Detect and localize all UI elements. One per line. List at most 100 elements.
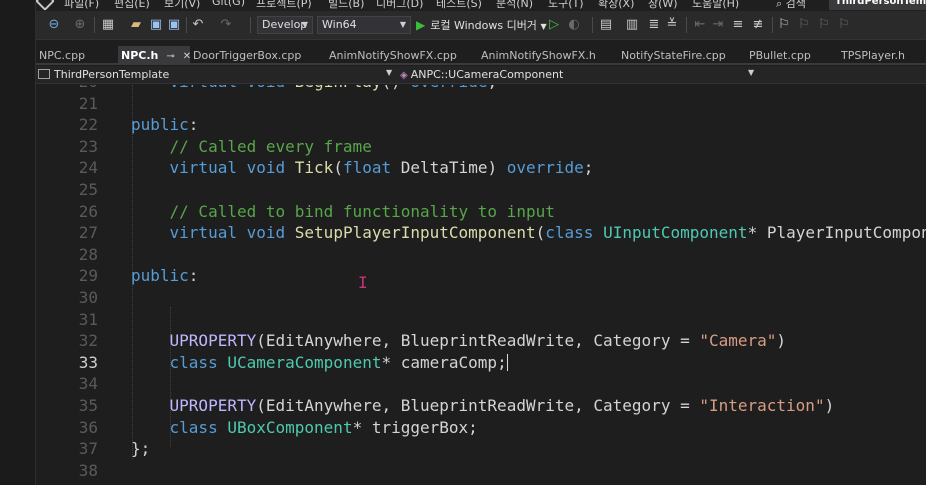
code-text: class UBoxComponent* triggerBox; — [131, 417, 478, 438]
code-token: virtual — [170, 85, 237, 91]
code-editor[interactable]: I 20 virtual void BeginPlay() override;2… — [36, 85, 926, 485]
code-line[interactable]: 37}; — [36, 438, 926, 459]
hot-reload-icon[interactable]: ◐ — [566, 17, 582, 33]
undo-icon[interactable]: ↶ — [190, 17, 206, 33]
menu-tools[interactable]: 도구(T) — [548, 0, 584, 11]
bookmark-icon[interactable]: ⚐ — [776, 17, 792, 33]
solution-explorer-icon[interactable]: ▤ — [598, 17, 614, 33]
chevron-down-icon: ▼ — [301, 20, 308, 29]
code-line[interactable]: 33 class UCameraComponent* cameraComp; — [36, 352, 926, 373]
code-line[interactable]: 27 virtual void SetupPlayerInputComponen… — [36, 222, 926, 243]
menu-project[interactable]: 프로젝트(P) — [256, 0, 312, 11]
code-token: float — [342, 158, 392, 178]
back-icon[interactable]: ⊖ — [46, 17, 62, 33]
comment-icon[interactable]: ≡ — [730, 17, 746, 33]
start-debugging-button[interactable]: ▶ 로컬 Windows 디버거 ▼ — [416, 16, 547, 34]
code-token: void — [246, 223, 286, 243]
menu-edit[interactable]: 편집(E) — [114, 0, 150, 11]
code-token: public — [131, 266, 189, 286]
code-line[interactable]: 26 // Called to bind functionality to in… — [36, 201, 926, 222]
tab-label: TPSPlayer.h — [841, 49, 906, 62]
new-project-icon[interactable]: ▦ — [100, 17, 116, 33]
menu-test[interactable]: 테스트(S) — [436, 0, 482, 11]
clear-bookmarks-icon[interactable]: ⚐ — [836, 17, 852, 33]
forward-icon[interactable]: ⊕ — [72, 17, 88, 33]
save-all-icon[interactable]: ▣ — [166, 17, 182, 33]
menu-debug[interactable]: 디버그(D) — [376, 0, 423, 11]
code-line[interactable]: 29 public: — [36, 265, 926, 286]
uncomment-icon[interactable]: ≢ — [750, 17, 766, 33]
line-number: 37 — [78, 439, 98, 459]
code-token: ; — [487, 85, 497, 91]
tab-notifystatefire-cpp[interactable]: NotifyStateFire.cpp — [618, 46, 746, 65]
code-line[interactable]: 25 — [36, 179, 926, 200]
code-token: SetupPlayerInputComponent — [294, 223, 536, 243]
toolbar-separator — [94, 17, 95, 33]
start-without-debugging-icon[interactable]: ▷ — [546, 17, 562, 33]
format-icon[interactable]: ≣ — [646, 17, 662, 33]
navigation-bar: ThirdPersonTemplate ▼ ◈ ANPC::UCameraComp… — [36, 66, 926, 84]
code-line[interactable]: 22 public: — [36, 114, 926, 135]
chevron-down-icon[interactable]: ▼ — [386, 68, 392, 77]
code-line[interactable]: 35 UPROPERTY(EditAnywhere, BlueprintRead… — [36, 395, 926, 416]
indent-icon[interactable]: ⇤ — [692, 17, 708, 33]
menu-git[interactable]: Git(G) — [212, 0, 245, 8]
code-line[interactable]: 36 class UBoxComponent* triggerBox; — [36, 417, 926, 438]
menu-analyze[interactable]: 분석(N) — [496, 0, 533, 11]
line-number: 23 — [78, 136, 98, 156]
menu-help[interactable]: 도움말(H) — [692, 0, 739, 11]
code-line[interactable]: 21 — [36, 93, 926, 114]
previous-bookmark-icon[interactable]: ⚐ — [796, 17, 812, 33]
tab-animnotifyshowfx-h[interactable]: AnimNotifyShowFX.h — [478, 46, 618, 65]
code-line[interactable]: 23 // Called every frame — [36, 136, 926, 157]
open-folder-icon[interactable]: ▰ — [128, 17, 144, 33]
code-token: ( — [535, 223, 546, 243]
code-token: void — [246, 158, 286, 178]
code-line[interactable]: 38 — [36, 460, 926, 481]
redo-icon[interactable]: ↷ — [218, 17, 234, 33]
code-token: * PlayerInputCompone — [747, 223, 926, 243]
member-dropdown[interactable]: ◈ ANPC::UCameraComponent — [400, 67, 563, 83]
menu-window[interactable]: 창(W) — [648, 0, 678, 11]
line-number: 38 — [78, 460, 98, 480]
code-line[interactable]: 31 — [36, 309, 926, 330]
code-line[interactable]: 20 virtual void BeginPlay() override; — [36, 85, 926, 92]
code-line[interactable]: 28 — [36, 244, 926, 265]
toolbar-separator — [686, 17, 687, 33]
chevron-down-icon: ▼ — [399, 20, 406, 29]
code-token: Tick — [294, 158, 334, 178]
configuration-dropdown[interactable]: Develop ▼ — [257, 16, 313, 34]
menu-extensions[interactable]: 확장(X) — [598, 0, 634, 11]
next-bookmark-icon[interactable]: ⚐ — [816, 17, 832, 33]
outdent-icon[interactable]: ⇥ — [710, 17, 726, 33]
document-tab-bar: NPC.cpp NPC.h ⊸ ✕ DoorTriggerBox.cpp AnimN… — [36, 46, 926, 65]
code-line[interactable]: 24 virtual void Tick(float DeltaTime) ov… — [36, 157, 926, 178]
menu-view[interactable]: 보기(V) — [164, 0, 200, 11]
tab-pbullet-cpp[interactable]: PBullet.cpp — [746, 46, 838, 65]
search-box[interactable]: ⌕ 검색 — [776, 0, 806, 11]
tab-npc-h[interactable]: NPC.h ⊸ ✕ — [118, 46, 191, 65]
tab-animnotifyshowfx-cpp[interactable]: AnimNotifyShowFX.cpp — [326, 46, 478, 65]
line-number: 22 — [78, 115, 98, 135]
tab-doortriggerbox-cpp[interactable]: DoorTriggerBox.cpp — [190, 46, 326, 65]
menu-build[interactable]: 빌드(B) — [328, 0, 364, 11]
code-line[interactable]: 34 — [36, 373, 926, 394]
tab-tpsplayer-h[interactable]: TPSPlayer.h — [838, 46, 926, 65]
pin-icon[interactable]: ⊸ — [166, 51, 174, 62]
code-token: : — [188, 115, 199, 135]
tab-npc-cpp[interactable]: NPC.cpp — [36, 46, 118, 65]
project-scope-dropdown[interactable]: ThirdPersonTemplate — [38, 67, 169, 83]
save-icon[interactable]: ▣ — [148, 17, 164, 33]
window-layout-icon[interactable]: ▥ — [624, 17, 640, 33]
code-line[interactable]: 30 — [36, 287, 926, 308]
platform-value: Win64 — [322, 18, 357, 31]
platform-dropdown[interactable]: Win64 ▼ — [317, 16, 411, 34]
toggle-icon[interactable]: ≚ — [664, 17, 680, 33]
code-line[interactable]: 32 UPROPERTY(EditAnywhere, BlueprintRead… — [36, 330, 926, 351]
code-token: class — [169, 417, 218, 437]
code-text: public: — [131, 265, 198, 286]
chevron-down-icon[interactable]: ▼ — [748, 68, 754, 77]
menu-file[interactable]: 파일(F) — [64, 0, 99, 11]
